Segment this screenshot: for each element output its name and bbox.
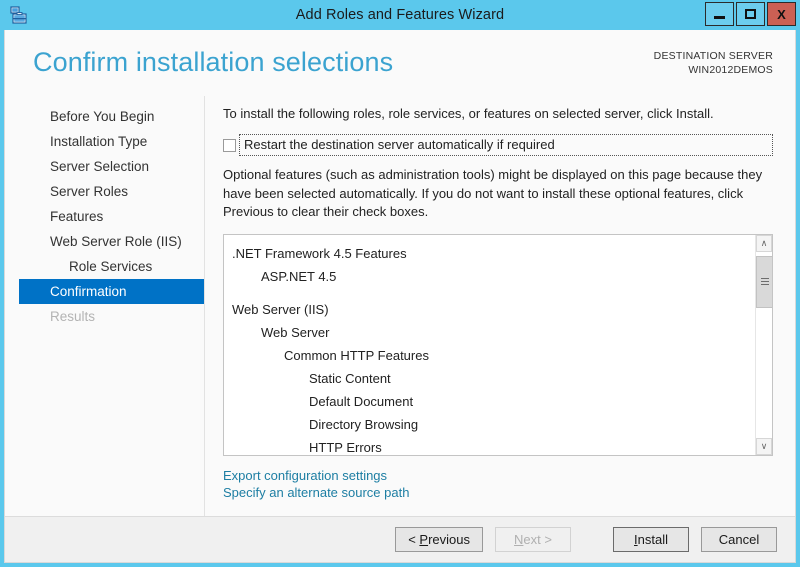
scrollbar-track[interactable]	[756, 251, 772, 438]
scrollbar-grip-icon	[760, 276, 769, 287]
sidebar-item-server-roles[interactable]: Server Roles	[19, 179, 204, 204]
server-toolbox-icon	[8, 4, 30, 26]
scroll-down-button[interactable]: ∨	[756, 437, 772, 455]
minimize-icon	[714, 15, 725, 19]
list-item[interactable]: ASP.NET 4.5	[224, 265, 755, 288]
restart-checkbox-row[interactable]: Restart the destination server automatic…	[223, 134, 773, 156]
list-item[interactable]: HTTP Errors	[224, 436, 755, 455]
sidebar-item-installation-type[interactable]: Installation Type	[19, 129, 204, 154]
list-item[interactable]: .NET Framework 4.5 Features	[224, 242, 755, 265]
next-button: Next >	[495, 527, 571, 552]
selected-features-listbox[interactable]: .NET Framework 4.5 Features ASP.NET 4.5 …	[223, 233, 773, 456]
cancel-button[interactable]: Cancel	[701, 527, 777, 552]
close-button[interactable]: X	[767, 2, 796, 26]
install-button[interactable]: Install	[613, 527, 689, 552]
list-item[interactable]: Directory Browsing	[224, 413, 755, 436]
previous-button[interactable]: < Previous	[395, 527, 483, 552]
destination-server-info: DESTINATION SERVER WIN2012DEMOS	[654, 49, 773, 77]
sidebar-item-role-services[interactable]: Role Services	[19, 254, 204, 279]
sidebar-item-server-selection[interactable]: Server Selection	[19, 154, 204, 179]
scroll-up-button[interactable]: ∧	[756, 234, 772, 252]
sidebar-item-confirmation[interactable]: Confirmation	[19, 279, 204, 304]
destination-server-name: WIN2012DEMOS	[688, 64, 773, 76]
sidebar-item-before-you-begin[interactable]: Before You Begin	[19, 104, 204, 129]
export-configuration-settings-link[interactable]: Export configuration settings	[223, 467, 387, 484]
maximize-button[interactable]	[736, 2, 765, 26]
main-split: Before You Begin Installation Type Serve…	[5, 96, 795, 516]
list-item[interactable]: Default Document	[224, 390, 755, 413]
optional-features-note: Optional features (such as administratio…	[223, 167, 763, 219]
selected-features-list: .NET Framework 4.5 Features ASP.NET 4.5 …	[224, 235, 755, 455]
destination-server-label: DESTINATION SERVER	[653, 50, 773, 62]
maximize-icon	[745, 9, 756, 19]
action-links: Export configuration settings Specify an…	[223, 467, 773, 501]
list-item[interactable]: Static Content	[224, 367, 755, 390]
minimize-button[interactable]	[705, 2, 734, 26]
specify-alternate-source-path-link[interactable]: Specify an alternate source path	[223, 484, 409, 501]
client-area: Confirm installation selections DESTINAT…	[4, 30, 796, 563]
listbox-scrollbar[interactable]: ∧ ∨	[755, 234, 772, 455]
intro-text: To install the following roles, role ser…	[223, 106, 714, 121]
sidebar-item-results: Results	[50, 309, 96, 324]
window-controls: X	[703, 2, 796, 26]
wizard-footer: < Previous Next > Install Cancel	[5, 516, 795, 562]
scrollbar-thumb[interactable]	[756, 255, 772, 308]
window-title: Add Roles and Features Wizard	[295, 7, 505, 23]
sidebar-item-features[interactable]: Features	[19, 204, 204, 229]
title-bar[interactable]: Add Roles and Features Wizard X	[0, 0, 800, 30]
list-item[interactable]: Web Server (IIS)	[224, 298, 755, 321]
restart-checkbox[interactable]	[223, 138, 236, 152]
sidebar-item-web-server-role-iis[interactable]: Web Server Role (IIS)	[19, 229, 204, 254]
list-item[interactable]: Web Server	[224, 321, 755, 344]
list-item[interactable]: Common HTTP Features	[224, 344, 755, 367]
restart-checkbox-label[interactable]: Restart the destination server automatic…	[239, 134, 773, 156]
content-pane: To install the following roles, role ser…	[205, 96, 795, 516]
page-header: Confirm installation selections DESTINAT…	[5, 30, 795, 96]
wizard-steps-sidebar: Before You Begin Installation Type Serve…	[5, 96, 205, 516]
wizard-window: Add Roles and Features Wizard X Confirm …	[0, 0, 800, 567]
